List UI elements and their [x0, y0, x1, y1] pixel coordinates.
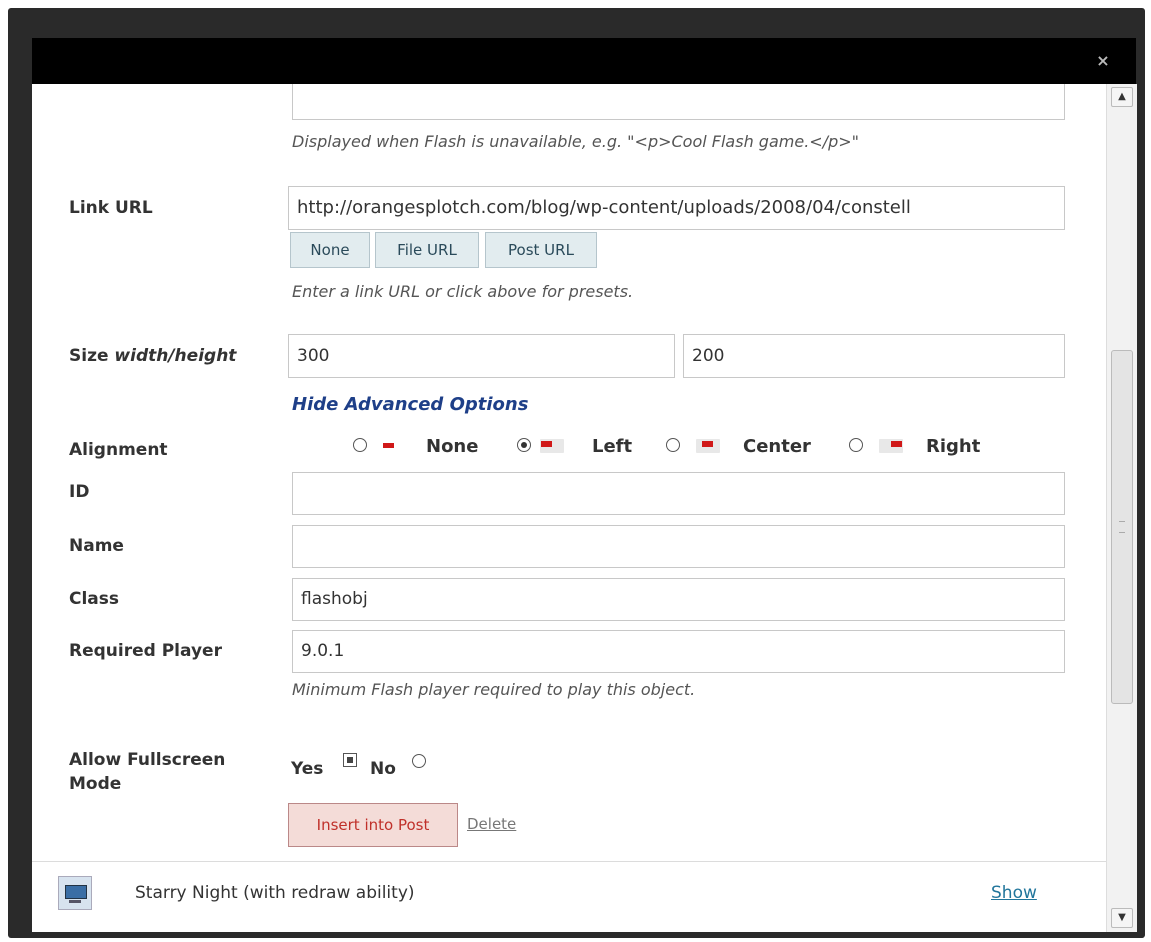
- fullscreen-label-line1: Allow Fullscreen: [69, 750, 226, 770]
- modal-titlebar: [32, 38, 1136, 84]
- media-item-row: Starry Night (with redraw ability) Show: [32, 861, 1106, 932]
- media-settings-panel: Displayed when Flash is unavailable, e.g…: [32, 84, 1106, 932]
- align-none-icon: [377, 439, 401, 453]
- link-none-button[interactable]: None: [290, 232, 370, 268]
- size-label: Size width/height: [69, 346, 236, 366]
- fullscreen-yes-option[interactable]: [343, 753, 357, 767]
- link-post-url-button[interactable]: Post URL: [485, 232, 597, 268]
- link-file-url-button[interactable]: File URL: [375, 232, 479, 268]
- class-label: Class: [69, 589, 120, 609]
- close-icon[interactable]: ×: [1094, 52, 1112, 70]
- alt-content-textarea[interactable]: [292, 84, 1065, 120]
- align-center-radio[interactable]: [666, 438, 680, 452]
- height-input[interactable]: 200: [683, 334, 1065, 378]
- fullscreen-no-text: No: [370, 759, 396, 779]
- link-url-label: Link URL: [69, 198, 153, 218]
- align-none-radio[interactable]: [353, 438, 367, 452]
- align-center-text: Center: [743, 436, 811, 457]
- required-player-input[interactable]: 9.0.1: [292, 630, 1065, 673]
- media-item-show-link[interactable]: Show: [991, 883, 1037, 903]
- align-right-icon: [879, 439, 903, 453]
- link-url-hint: Enter a link URL or click above for pres…: [292, 282, 634, 301]
- vertical-scrollbar[interactable]: ▲ ▼: [1106, 84, 1137, 932]
- align-left-radio[interactable]: [517, 438, 531, 452]
- class-input[interactable]: flashobj: [292, 578, 1065, 621]
- media-item-title: Starry Night (with redraw ability): [135, 883, 415, 903]
- scroll-down-arrow-icon[interactable]: ▼: [1111, 908, 1133, 928]
- required-player-hint: Minimum Flash player required to play th…: [292, 680, 696, 699]
- id-input[interactable]: [292, 472, 1065, 515]
- align-right-text: Right: [926, 436, 981, 457]
- fullscreen-label: Allow Fullscreen Mode: [69, 748, 225, 796]
- hide-advanced-options-link[interactable]: Hide Advanced Options: [292, 394, 528, 415]
- align-left-icon: [540, 439, 564, 453]
- align-none-text: None: [426, 436, 479, 457]
- align-left-text: Left: [592, 436, 633, 457]
- align-center-icon: [696, 439, 720, 453]
- media-file-icon: [58, 876, 92, 910]
- size-label-italic: width/height: [114, 346, 237, 366]
- insert-into-post-button[interactable]: Insert into Post: [288, 803, 458, 847]
- alt-content-hint: Displayed when Flash is unavailable, e.g…: [292, 132, 859, 151]
- fullscreen-yes-text: Yes: [291, 759, 324, 779]
- scroll-up-arrow-icon[interactable]: ▲: [1111, 87, 1133, 107]
- fullscreen-no-radio[interactable]: [412, 754, 426, 768]
- required-player-label: Required Player: [69, 641, 222, 661]
- id-label: ID: [69, 482, 90, 502]
- link-url-input[interactable]: http://orangesplotch.com/blog/wp-content…: [288, 186, 1065, 230]
- delete-link[interactable]: Delete: [467, 815, 516, 833]
- size-label-text: Size: [69, 346, 115, 366]
- name-label: Name: [69, 536, 124, 556]
- name-input[interactable]: [292, 525, 1065, 568]
- align-right-radio[interactable]: [849, 438, 863, 452]
- alignment-label: Alignment: [69, 440, 168, 460]
- scrollbar-thumb[interactable]: [1111, 350, 1133, 704]
- fullscreen-label-line2: Mode: [69, 774, 122, 794]
- width-input[interactable]: 300: [288, 334, 675, 378]
